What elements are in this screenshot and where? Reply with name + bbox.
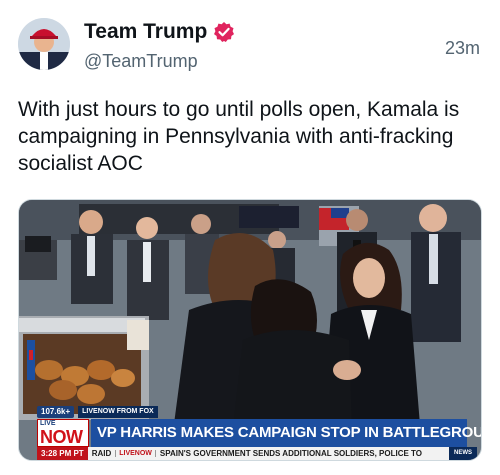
avatar[interactable] [18,18,70,70]
author-name-row: Team Trump [84,20,235,44]
live-now-logo: LIVE NOW [37,419,89,447]
ticker-text: SPAIN'S GOVERNMENT SENDS ADDITIONAL SOLD… [159,449,422,458]
now-label: NOW [40,427,83,447]
chyron-top-strip: 107.6k+ LIVENOW FROM FOX [37,406,158,418]
author-display-name[interactable]: Team Trump [84,20,207,44]
ticker-logo: LIVENOW [115,450,156,457]
source-label: LIVENOW FROM FOX [78,406,158,418]
news-chyron: 107.6k+ LIVENOW FROM FOX LIVE NOW VP HAR… [19,406,481,460]
news-ticker: 3:28 PM PT RAID LIVENOW SPAIN'S GOVERNME… [37,447,467,460]
chyron-headline: VP HARRIS MAKES CAMPAIGN STOP IN BATTLEG… [97,424,481,441]
verified-badge-icon [213,21,235,43]
headline-bar: VP HARRIS MAKES CAMPAIGN STOP IN BATTLEG… [91,419,481,447]
tweet-media-video[interactable]: 107.6k+ LIVENOW FROM FOX LIVE NOW VP HAR… [18,199,482,461]
news-tag: NEWS [449,447,477,460]
tweet-timestamp[interactable]: 23m [445,38,480,59]
tweet-text: With just hours to go until polls open, … [18,98,460,175]
ticker-clock: 3:28 PM PT [37,447,88,460]
author-handle[interactable]: @TeamTrump [84,51,198,72]
view-count: 107.6k+ [37,406,75,418]
avatar-image [18,18,70,70]
ticker-left: RAID [91,449,112,458]
live-label: LIVE [40,420,56,427]
tweet-card: Team Trump @TeamTrump 23m With just hour… [0,0,500,475]
